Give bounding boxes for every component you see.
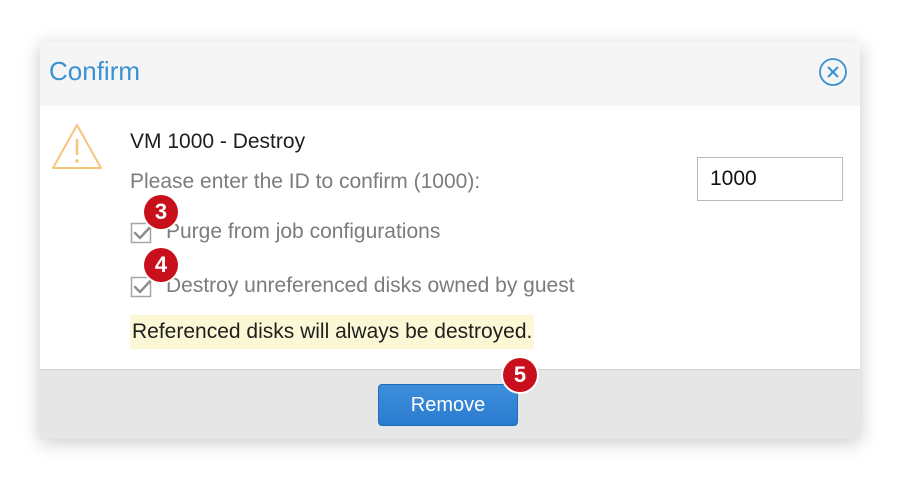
remove-button[interactable]: Remove	[378, 384, 518, 426]
referenced-disks-notice: Referenced disks will always be destroye…	[130, 315, 535, 349]
step-badge-4: 4	[144, 248, 178, 282]
dialog-heading: VM 1000 - Destroy	[130, 130, 306, 153]
dialog-titlebar: Confirm	[40, 42, 860, 106]
warning-triangle-icon	[52, 124, 102, 169]
confirm-id-input[interactable]	[697, 157, 843, 201]
close-circle-icon	[819, 58, 847, 86]
step-badge-5: 5	[503, 358, 537, 392]
step-badge-3: 3	[144, 195, 178, 229]
dialog-title: Confirm	[49, 56, 141, 86]
destroy-unreferenced-disks-label: Destroy unreferenced disks owned by gues…	[166, 274, 575, 297]
dialog-footer: Remove	[40, 369, 860, 439]
purge-job-config-label: Purge from job configurations	[166, 220, 441, 243]
close-button[interactable]	[818, 57, 848, 87]
confirm-dialog: Confirm VM 1000 - Destroy Please enter t…	[40, 42, 860, 439]
confirm-prompt: Please enter the ID to confirm (1000):	[130, 170, 481, 193]
